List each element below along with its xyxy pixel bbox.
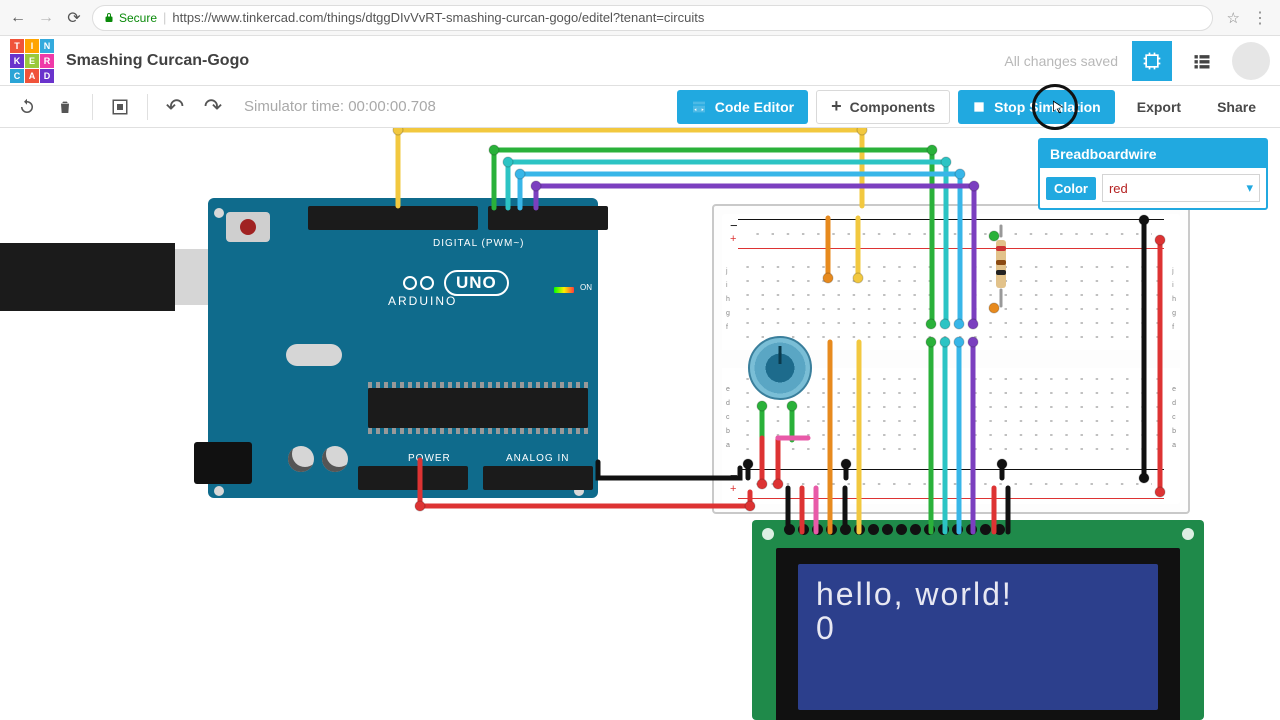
cursor-icon xyxy=(1050,99,1068,117)
code-icon xyxy=(691,99,707,115)
project-title[interactable]: Smashing Curcan-Gogo xyxy=(66,52,249,70)
chevron-down-icon: ▾ xyxy=(1246,180,1253,196)
redo-icon[interactable]: ↷ xyxy=(196,90,230,124)
lcd-screen: hello, world! 0 xyxy=(798,564,1158,710)
arduino-header-top-right[interactable] xyxy=(488,206,608,230)
tinkercad-logo[interactable]: TINKERCAD xyxy=(10,39,54,83)
circuit-view-button[interactable] xyxy=(1132,41,1172,81)
kebab-menu-icon[interactable]: ⋮ xyxy=(1248,8,1272,28)
row-labels: jihgf xyxy=(1172,268,1176,331)
lcd-display[interactable]: hello, world! 0 xyxy=(752,520,1204,720)
inspector-title: Breadboardwire xyxy=(1040,140,1266,168)
canvas[interactable]: DIGITAL (PWM~) UNO ARDUINO ON POWER ANAL… xyxy=(0,128,1280,720)
row-labels: edcba xyxy=(726,386,730,449)
separator xyxy=(147,94,148,120)
lcd-line-1: hello, world! xyxy=(816,578,1140,612)
row-labels: jihgf xyxy=(726,268,730,331)
zoom-fit-icon[interactable] xyxy=(103,90,137,124)
arduino-brand-text: ARDUINO xyxy=(388,294,457,308)
arduino-header-power[interactable] xyxy=(358,466,468,490)
bookmark-star-icon[interactable]: ☆ xyxy=(1227,9,1240,27)
rotate-tool-icon[interactable] xyxy=(10,90,44,124)
inspector-prop-label: Color xyxy=(1046,177,1096,200)
arduino-uno-board[interactable]: DIGITAL (PWM~) UNO ARDUINO ON POWER ANAL… xyxy=(208,198,598,498)
inspector-panel[interactable]: Breadboardwire Color red ▾ xyxy=(1038,138,1268,210)
secure-badge: Secure xyxy=(103,11,157,25)
url-bar[interactable]: Secure | https://www.tinkercad.com/thing… xyxy=(92,5,1213,31)
save-status: All changes saved xyxy=(1004,53,1118,69)
color-select[interactable]: red ▾ xyxy=(1102,174,1260,202)
list-view-button[interactable] xyxy=(1182,41,1222,81)
arduino-logo: UNO xyxy=(403,270,509,296)
undo-icon[interactable]: ↶ xyxy=(158,90,192,124)
screw-icon xyxy=(1182,528,1194,540)
reload-icon[interactable]: ⟳ xyxy=(64,8,84,28)
arduino-reset-button[interactable] xyxy=(226,212,270,242)
back-icon[interactable]: ← xyxy=(8,8,28,28)
chip-icon xyxy=(1142,51,1162,71)
on-label: ON xyxy=(580,283,592,292)
lcd-pin-row[interactable] xyxy=(784,524,1005,535)
analog-label: ANALOG IN xyxy=(506,453,569,464)
arduino-crystal xyxy=(286,344,342,366)
capacitors xyxy=(288,446,348,472)
arduino-header-analog[interactable] xyxy=(483,466,593,490)
screw-icon xyxy=(762,528,774,540)
usb-cable[interactable] xyxy=(0,243,175,311)
url-text: https://www.tinkercad.com/things/dtggDIv… xyxy=(172,10,704,25)
row-labels: edcba xyxy=(1172,386,1176,449)
potentiometer[interactable] xyxy=(748,336,812,400)
barrel-jack xyxy=(194,442,252,484)
delete-tool-icon[interactable] xyxy=(48,90,82,124)
lock-icon xyxy=(103,12,115,24)
power-label: POWER xyxy=(408,453,451,464)
separator xyxy=(92,94,93,120)
toolbar: ↶ ↷ Simulator time: 00:00:00.708 Code Ed… xyxy=(0,86,1280,128)
stop-simulation-button[interactable]: Stop Simulation xyxy=(958,90,1115,124)
atmega-chip xyxy=(368,388,588,428)
simulator-time: Simulator time: 00:00:00.708 xyxy=(244,98,436,115)
lcd-line-2: 0 xyxy=(816,612,1140,646)
breadboard-top-rail[interactable]: −+ xyxy=(732,220,1170,248)
browser-chrome: ← → ⟳ Secure | https://www.tinkercad.com… xyxy=(0,0,1280,36)
digital-label: DIGITAL (PWM~) xyxy=(433,238,525,249)
user-avatar[interactable] xyxy=(1232,42,1270,80)
components-button[interactable]: + Components xyxy=(816,90,950,124)
code-editor-button[interactable]: Code Editor xyxy=(677,90,808,124)
plus-icon: + xyxy=(831,96,842,117)
app-header: TINKERCAD Smashing Curcan-Gogo All chang… xyxy=(0,36,1280,86)
forward-icon[interactable]: → xyxy=(36,8,56,28)
list-icon xyxy=(1192,51,1212,71)
breadboard-bottom-rail[interactable]: −+ xyxy=(732,470,1170,498)
stop-icon xyxy=(972,100,986,114)
on-led-icon xyxy=(554,287,574,293)
resistor[interactable] xyxy=(996,240,1006,288)
share-button[interactable]: Share xyxy=(1203,90,1270,124)
export-button[interactable]: Export xyxy=(1123,90,1195,124)
arduino-header-top-left[interactable] xyxy=(308,206,478,230)
